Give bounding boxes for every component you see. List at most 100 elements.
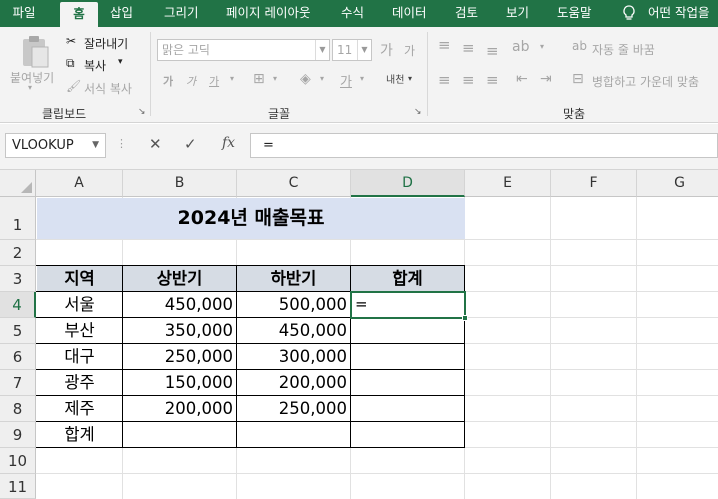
- header-first-half[interactable]: 상반기: [123, 266, 236, 292]
- font-color-button[interactable]: 가: [340, 71, 352, 90]
- phonetic-button[interactable]: 내천: [386, 71, 404, 86]
- copy-button[interactable]: 복사: [84, 57, 106, 74]
- paste-button[interactable]: 붙여넣기: [10, 69, 54, 86]
- row-header-9[interactable]: 9: [0, 422, 36, 448]
- cell-region[interactable]: 대구: [37, 344, 122, 370]
- row-header-7[interactable]: 7: [0, 370, 36, 396]
- cell-first-half[interactable]: 200,000: [123, 396, 233, 422]
- copy-icon: ⧉: [66, 56, 75, 70]
- wrap-text-icon[interactable]: ab: [572, 39, 587, 53]
- column-header-d[interactable]: D: [351, 170, 465, 197]
- paste-icon[interactable]: [18, 35, 52, 69]
- confirm-entry-button[interactable]: ✓: [184, 135, 197, 153]
- tab-insert[interactable]: 삽입: [110, 0, 133, 27]
- cell-first-half[interactable]: 250,000: [123, 344, 233, 370]
- orientation-icon[interactable]: ab: [512, 39, 529, 55]
- align-right-icon[interactable]: ≡: [486, 71, 499, 89]
- tab-data[interactable]: 데이터: [392, 0, 427, 27]
- column-header-a[interactable]: A: [36, 170, 123, 197]
- fill-color-dropdown-icon[interactable]: ▾: [320, 74, 324, 83]
- underline-dropdown-icon[interactable]: ▾: [230, 74, 234, 83]
- fill-handle[interactable]: [462, 315, 468, 321]
- row-header-11[interactable]: 11: [0, 474, 36, 499]
- font-color-dropdown-icon[interactable]: ▾: [360, 74, 364, 83]
- tab-help[interactable]: 도움말: [557, 0, 592, 27]
- tell-me-search[interactable]: 어떤 작업을: [648, 0, 709, 27]
- row-header-6[interactable]: 6: [0, 344, 36, 370]
- cell-first-half[interactable]: 350,000: [123, 318, 233, 344]
- borders-dropdown-icon[interactable]: ▾: [273, 74, 277, 83]
- font-size-box[interactable]: 11 ▼: [332, 39, 372, 61]
- align-center-icon[interactable]: ≡: [462, 71, 475, 89]
- font-name-dropdown-icon[interactable]: ▼: [315, 40, 329, 60]
- cell-second-half[interactable]: 200,000: [237, 370, 347, 396]
- cell-total-label[interactable]: 합계: [37, 422, 122, 448]
- phonetic-dropdown-icon[interactable]: ▾: [408, 74, 412, 83]
- font-name-box[interactable]: 맑은 고딕 ▼: [157, 39, 330, 61]
- orientation-dropdown-icon[interactable]: ▾: [540, 42, 544, 51]
- row-header-1[interactable]: 1: [0, 197, 36, 240]
- header-region[interactable]: 지역: [37, 266, 122, 292]
- name-box[interactable]: VLOOKUP ▼: [5, 133, 106, 158]
- header-second-half[interactable]: 하반기: [237, 266, 350, 292]
- cell-second-half[interactable]: 450,000: [237, 318, 347, 344]
- cell-first-half[interactable]: 450,000: [123, 292, 233, 318]
- align-left-icon[interactable]: ≡: [438, 71, 451, 89]
- grow-font-button[interactable]: 가: [380, 40, 393, 60]
- format-painter-button[interactable]: 서식 복사: [84, 80, 132, 97]
- shrink-font-button[interactable]: 가: [404, 42, 415, 59]
- formula-bar-splitter[interactable]: ⋮: [116, 137, 127, 150]
- row-header-4[interactable]: 4: [0, 292, 36, 318]
- cell-region[interactable]: 부산: [37, 318, 122, 344]
- row-header-3[interactable]: 3: [0, 266, 36, 292]
- row-header-10[interactable]: 10: [0, 448, 36, 474]
- row-header-5[interactable]: 5: [0, 318, 36, 344]
- align-bottom-icon[interactable]: ≡: [486, 42, 499, 60]
- row-header-8[interactable]: 8: [0, 396, 36, 422]
- column-header-e[interactable]: E: [465, 170, 551, 197]
- wrap-text-button[interactable]: 자동 줄 바꿈: [592, 41, 655, 58]
- decrease-indent-icon[interactable]: ⇤: [516, 71, 528, 87]
- italic-button[interactable]: 가: [186, 73, 196, 89]
- fill-color-icon[interactable]: ◈: [300, 71, 311, 87]
- tab-file[interactable]: 파일: [4, 0, 44, 27]
- cell-first-half[interactable]: 150,000: [123, 370, 233, 396]
- row-header-2[interactable]: 2: [0, 240, 36, 266]
- cell-second-half[interactable]: 250,000: [237, 396, 347, 422]
- cell-region[interactable]: 광주: [37, 370, 122, 396]
- copy-dropdown-icon[interactable]: ▾: [118, 57, 123, 67]
- cut-button[interactable]: 잘라내기: [84, 35, 128, 52]
- name-box-dropdown-icon[interactable]: ▼: [92, 134, 99, 157]
- font-size-dropdown-icon[interactable]: ▼: [357, 40, 371, 60]
- header-total[interactable]: 합계: [351, 266, 464, 292]
- merge-center-button[interactable]: 병합하고 가운데 맞춤: [592, 73, 699, 90]
- cancel-entry-button[interactable]: ✕: [149, 135, 162, 153]
- increase-indent-icon[interactable]: ⇥: [540, 71, 552, 87]
- merge-center-icon[interactable]: ⊟: [572, 71, 584, 87]
- font-launcher-icon[interactable]: ↘: [414, 107, 422, 117]
- select-all-button[interactable]: [0, 170, 36, 197]
- tab-page-layout[interactable]: 페이지 레이아웃: [226, 0, 310, 27]
- column-header-b[interactable]: B: [123, 170, 237, 197]
- cell-second-half[interactable]: 500,000: [237, 292, 347, 318]
- bold-button[interactable]: 가: [163, 73, 173, 89]
- cell-region[interactable]: 제주: [37, 396, 122, 422]
- tab-draw[interactable]: 그리기: [164, 0, 199, 27]
- tab-formulas[interactable]: 수식: [341, 0, 364, 27]
- underline-button[interactable]: 가: [209, 73, 219, 89]
- paste-dropdown-icon[interactable]: ▾: [28, 83, 32, 92]
- borders-icon[interactable]: ⊞: [253, 71, 265, 87]
- insert-function-button[interactable]: fx: [222, 135, 235, 151]
- column-header-g[interactable]: G: [637, 170, 718, 197]
- tab-view[interactable]: 보기: [506, 0, 529, 27]
- formula-input[interactable]: =: [250, 133, 718, 158]
- tab-home[interactable]: 홈: [60, 2, 98, 27]
- column-header-c[interactable]: C: [237, 170, 351, 197]
- tab-review[interactable]: 검토: [455, 0, 478, 27]
- cell-second-half[interactable]: 300,000: [237, 344, 347, 370]
- clipboard-launcher-icon[interactable]: ↘: [138, 107, 146, 117]
- column-header-f[interactable]: F: [551, 170, 637, 197]
- align-middle-icon[interactable]: ≡: [462, 39, 475, 57]
- cell-region[interactable]: 서울: [37, 292, 122, 318]
- align-top-icon[interactable]: ≡: [438, 36, 451, 54]
